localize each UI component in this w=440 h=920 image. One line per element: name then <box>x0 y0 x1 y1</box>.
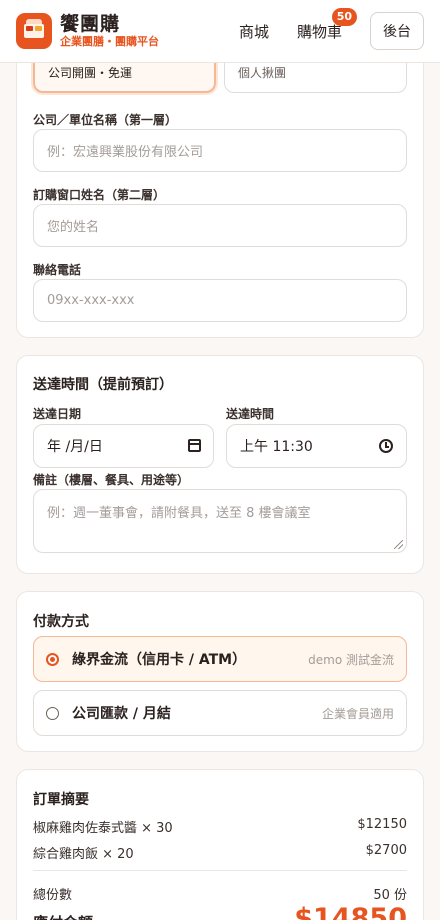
total-qty-value: 50 份 <box>373 888 407 903</box>
summary-item-name: 綜合雞肉飯 × 20 <box>33 847 134 862</box>
delivery-time-card: 送達時間（提前預訂） 送達日期 年 /月/日 送達時間 上午 11:30 備註（… <box>16 355 424 574</box>
nav-mall-link[interactable]: 商城 <box>239 21 269 42</box>
company-name-label: 公司／單位名稱（第一層） <box>33 113 178 127</box>
summary-line-item: 椒麻雞肉佐泰式醬 × 30 $12150 <box>33 817 407 836</box>
main-nav: 商城 購物車 50 後台 <box>239 7 424 50</box>
brand[interactable]: 饗團購 企業團膳・團購平台 <box>60 13 159 49</box>
company-name-input[interactable]: 例：宏遠興業股份有限公司 <box>33 129 407 172</box>
delivery-time-input[interactable]: 上午 11:30 <box>226 424 407 468</box>
top-navigation-bar: 饗團購 企業團膳・團購平台 商城 購物車 50 後台 <box>0 0 440 63</box>
delivery-notes-textarea[interactable]: 例：週一董事會，請附餐具，送至 8 樓會議室 <box>33 489 407 553</box>
payment-option-note: 企業會員適用 <box>321 706 394 721</box>
payment-option-name: 綠界金流（信用卡 / ATM） <box>72 652 247 668</box>
cart-count-badge: 50 <box>331 7 357 26</box>
summary-item-price: $12150 <box>357 817 407 832</box>
grand-total-label: 應付金額 <box>33 912 93 920</box>
grand-total-value: $14850 <box>294 903 407 920</box>
payment-option-note: demo 測試金流 <box>308 652 394 667</box>
summary-section-title: 訂單摘要 <box>33 792 89 808</box>
summary-divider <box>33 870 407 871</box>
delivery-date-label: 送達日期 <box>33 407 82 421</box>
orderer-name-input[interactable]: 您的姓名 <box>33 204 407 247</box>
payment-radio-transfer[interactable] <box>46 706 59 720</box>
delivery-section-title: 送達時間（提前預訂） <box>33 377 173 393</box>
payment-option-name: 公司匯款 / 月結 <box>72 706 171 722</box>
resize-grip-icon[interactable] <box>394 540 403 549</box>
delivery-time-label: 送達時間 <box>226 407 275 421</box>
summary-item-name: 椒麻雞肉佐泰式醬 × 30 <box>33 821 173 836</box>
summary-line-item: 綜合雞肉飯 × 20 $2700 <box>33 843 407 862</box>
payment-option-ecpay[interactable]: 綠界金流（信用卡 / ATM） demo 測試金流 <box>33 636 407 682</box>
payment-radio-ecpay[interactable] <box>46 652 59 666</box>
delivery-notes-placeholder: 例：週一董事會，請附餐具，送至 8 樓會議室 <box>47 506 311 521</box>
brand-tagline: 企業團膳・團購平台 <box>60 35 159 48</box>
nav-cart-link[interactable]: 購物車 50 <box>296 7 357 42</box>
delivery-notes-label: 備註（樓層、餐具、用途等） <box>33 473 190 487</box>
payment-section-title: 付款方式 <box>33 614 89 630</box>
brand-name: 饗團購 <box>60 13 121 35</box>
checkout-page: 饗團購 企業團膳・團購平台 商城 購物車 50 後台 公司開團・免運 個人揪團 … <box>0 0 440 920</box>
payment-method-card: 付款方式 綠界金流（信用卡 / ATM） demo 測試金流 公司匯款 / 月結… <box>16 591 424 752</box>
payment-option-transfer[interactable]: 公司匯款 / 月結 企業會員適用 <box>33 690 407 736</box>
orderer-name-label: 訂購窗口姓名（第二層） <box>33 188 166 202</box>
nav-cart-label: 購物車 <box>296 22 342 41</box>
calendar-icon[interactable] <box>188 439 201 452</box>
phone-input[interactable]: 09xx-xxx-xxx <box>33 279 407 322</box>
total-qty-label: 總份數 <box>33 888 73 903</box>
delivery-date-input[interactable]: 年 /月/日 <box>33 424 214 468</box>
brand-logo-icon[interactable] <box>16 13 52 49</box>
summary-total-qty-row: 總份數 50 份 <box>33 884 407 903</box>
delivery-time-value: 上午 11:30 <box>240 439 313 455</box>
clock-icon[interactable] <box>379 439 393 453</box>
phone-label: 聯絡電話 <box>33 263 82 277</box>
delivery-date-value: 年 /月/日 <box>47 439 103 455</box>
admin-back-button[interactable]: 後台 <box>370 12 424 50</box>
order-summary-card: 訂單摘要 椒麻雞肉佐泰式醬 × 30 $12150 綜合雞肉飯 × 20 $27… <box>16 769 424 920</box>
summary-item-price: $2700 <box>365 843 407 858</box>
